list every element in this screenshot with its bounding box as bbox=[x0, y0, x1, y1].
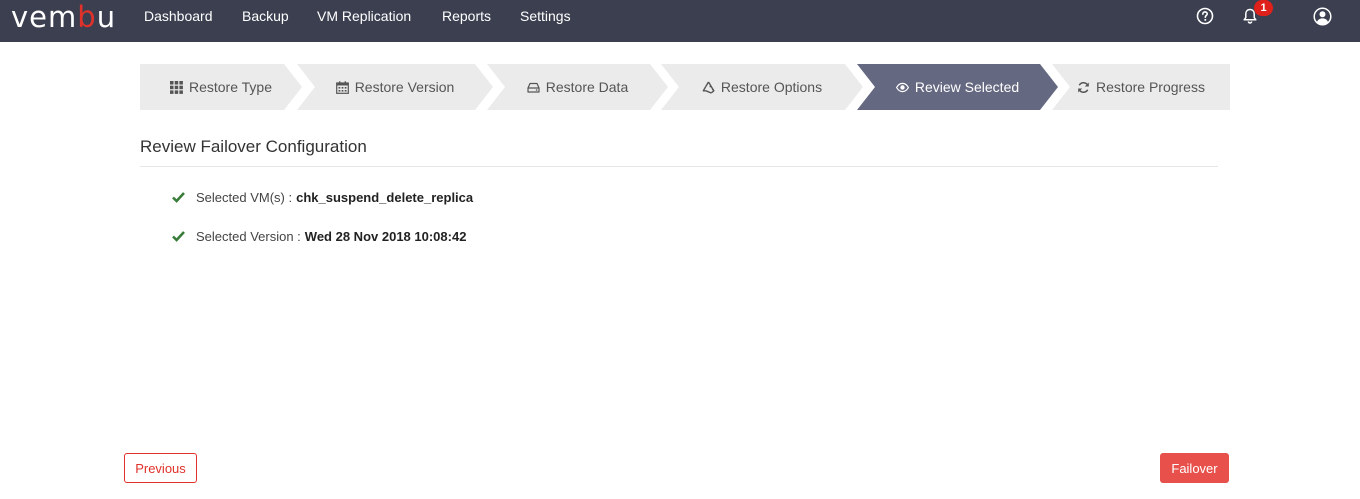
step-restore-data[interactable]: Restore Data bbox=[487, 64, 668, 110]
wizard-steps: Restore Type Restore Version Restore Dat… bbox=[140, 64, 1230, 110]
check-icon bbox=[172, 231, 185, 242]
vembu-logo[interactable]: vembu bbox=[11, 2, 116, 32]
notification-badge: 1 bbox=[1254, 0, 1273, 16]
nav-reports[interactable]: Reports bbox=[442, 8, 491, 24]
nav-vm-replication[interactable]: VM Replication bbox=[317, 8, 411, 24]
help-circle-icon[interactable] bbox=[1196, 7, 1214, 25]
grid-icon bbox=[170, 81, 183, 94]
check-icon bbox=[172, 192, 185, 203]
review-value: Wed 28 Nov 2018 10:08:42 bbox=[304, 228, 467, 244]
failover-button[interactable]: Failover bbox=[1160, 453, 1229, 483]
top-navbar: vembu Dashboard Backup VM Replication Re… bbox=[0, 0, 1360, 42]
recycle-icon bbox=[702, 81, 715, 94]
review-row-selected-vm: Selected VM(s) : chk_suspend_delete_repl… bbox=[172, 188, 473, 206]
nav-settings[interactable]: Settings bbox=[520, 8, 571, 24]
page-title: Review Failover Configuration bbox=[140, 137, 367, 156]
previous-button[interactable]: Previous bbox=[124, 453, 197, 483]
section-divider bbox=[140, 166, 1218, 167]
review-row-selected-version: Selected Version : Wed 28 Nov 2018 10:08… bbox=[172, 227, 466, 245]
hdd-icon bbox=[527, 81, 540, 94]
step-review-selected[interactable]: Review Selected bbox=[857, 64, 1058, 110]
step-restore-options[interactable]: Restore Options bbox=[661, 64, 863, 110]
step-restore-version[interactable]: Restore Version bbox=[297, 64, 493, 110]
step-restore-type[interactable]: Restore Type bbox=[140, 64, 302, 110]
nav-backup[interactable]: Backup bbox=[242, 8, 289, 24]
nav-dashboard[interactable]: Dashboard bbox=[144, 8, 213, 24]
calendar-icon bbox=[336, 81, 349, 94]
review-value: chk_suspend_delete_replica bbox=[296, 189, 474, 205]
review-label: Selected Version : bbox=[196, 228, 301, 244]
step-restore-progress[interactable]: Restore Progress bbox=[1052, 64, 1230, 110]
refresh-icon bbox=[1078, 81, 1089, 93]
eye-icon bbox=[896, 81, 909, 94]
user-circle-icon[interactable] bbox=[1313, 7, 1332, 26]
review-label: Selected VM(s) : bbox=[196, 189, 293, 205]
